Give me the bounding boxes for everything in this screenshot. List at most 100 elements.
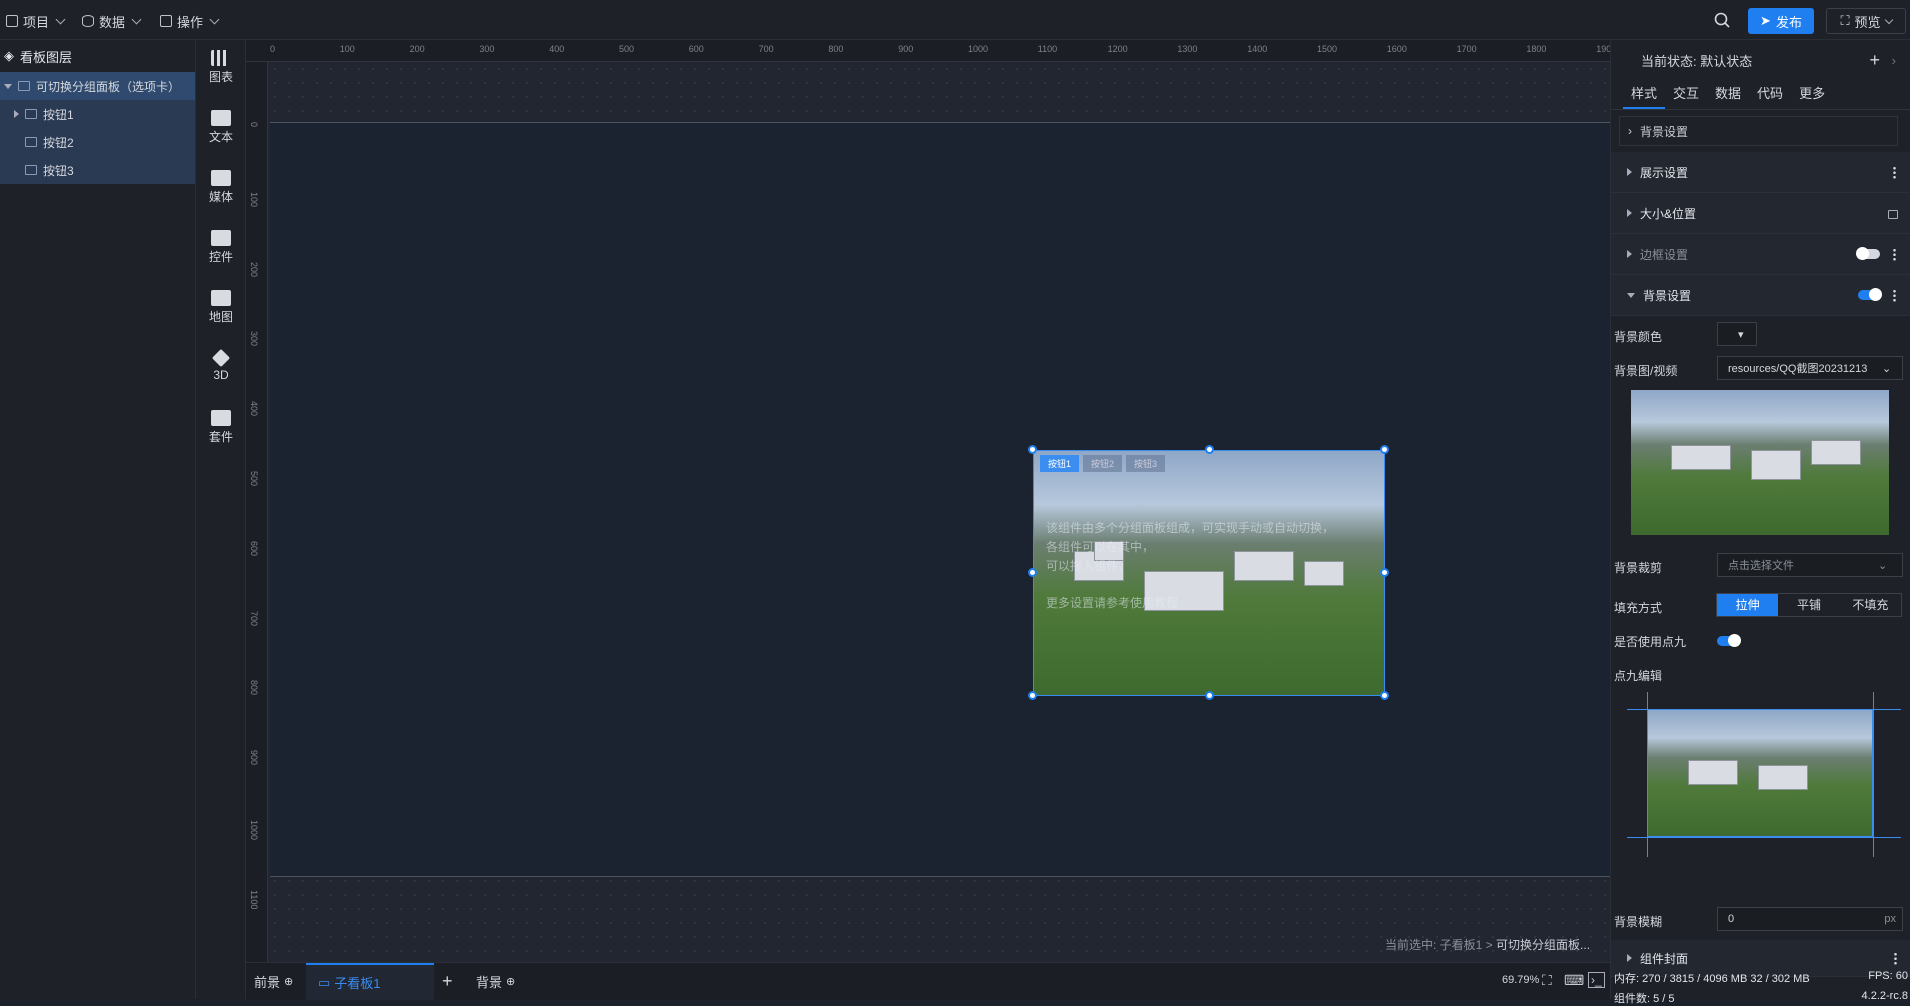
bg-image-select[interactable]: resources/QQ截图20231213 ⌄ bbox=[1717, 356, 1903, 380]
chevron-down-icon bbox=[131, 14, 142, 24]
group-icon bbox=[25, 165, 37, 175]
tool-map[interactable]: 地图 bbox=[196, 290, 246, 325]
background-settings-body: 背景颜色 ▾ 背景图/视频 resources/QQ截图20231213 ⌄ 背景… bbox=[1611, 316, 1910, 956]
layer-item-button3[interactable]: 按钮3 bbox=[0, 156, 195, 184]
zoom-level[interactable]: 69.79% bbox=[1502, 974, 1539, 986]
top-bar: 项目 数据 操作 ➤ 发布 ⛶ 预览 bbox=[0, 0, 1910, 40]
chevron-down-icon bbox=[1884, 15, 1893, 24]
tab-background[interactable]: 背景 ⊕ bbox=[476, 963, 536, 1000]
caret-down-icon bbox=[1627, 292, 1635, 298]
fit-screen-icon[interactable]: ⛶ bbox=[1542, 972, 1552, 989]
resize-handle-nw[interactable] bbox=[1028, 445, 1037, 454]
add-board-button[interactable]: + bbox=[442, 963, 462, 1000]
background-toggle[interactable] bbox=[1858, 288, 1882, 301]
resize-handle-sw[interactable] bbox=[1028, 691, 1037, 700]
ruler-tick-label: 700 bbox=[758, 44, 774, 54]
fill-tile-option[interactable]: 平铺 bbox=[1778, 594, 1839, 616]
layer-item-button1[interactable]: 按钮1 bbox=[0, 100, 195, 128]
section-border[interactable]: 边框设置 bbox=[1611, 234, 1910, 275]
menu-project[interactable]: 项目 bbox=[6, 10, 66, 32]
border-toggle[interactable] bbox=[1856, 247, 1880, 260]
tool-kit[interactable]: 套件 bbox=[196, 410, 246, 445]
section-size-position[interactable]: 大小&位置 bbox=[1611, 193, 1910, 234]
tool-media[interactable]: 媒体 bbox=[196, 170, 246, 205]
artboard bbox=[270, 122, 1610, 877]
preview-button[interactable]: ⛶ 预览 bbox=[1826, 8, 1906, 34]
tool-3d[interactable]: 3D bbox=[196, 348, 246, 382]
tab-interaction[interactable]: 交互 bbox=[1665, 80, 1707, 109]
resize-handle-e[interactable] bbox=[1380, 568, 1389, 577]
chevron-down-icon bbox=[55, 14, 66, 24]
resize-handle-s[interactable] bbox=[1205, 691, 1214, 700]
ruler-tick-label: 0 bbox=[270, 44, 276, 54]
bg-blur-input[interactable]: 0 px bbox=[1717, 907, 1903, 931]
add-state-button[interactable]: + bbox=[1869, 50, 1880, 71]
fill-mode-segmented: 拉伸 平铺 不填充 bbox=[1716, 593, 1902, 617]
ninepatch-editor[interactable] bbox=[1627, 692, 1901, 857]
more-icon[interactable] bbox=[1894, 951, 1897, 965]
ruler-tick-label: 1700 bbox=[1456, 44, 1477, 54]
terminal-icon[interactable]: ›_ bbox=[1588, 972, 1605, 988]
more-icon[interactable] bbox=[1893, 247, 1896, 261]
resize-handle-w[interactable] bbox=[1028, 568, 1037, 577]
tool-text[interactable]: 文本 bbox=[196, 110, 246, 145]
more-icon[interactable] bbox=[1893, 288, 1896, 302]
bg-crop-select[interactable]: 点击选择文件 ⌄ bbox=[1717, 553, 1903, 577]
text-icon bbox=[211, 110, 231, 126]
chart-icon bbox=[211, 50, 231, 66]
layer-item-root[interactable]: 可切换分组面板（选项卡） bbox=[0, 72, 195, 100]
bg-color-picker[interactable]: ▾ bbox=[1717, 322, 1757, 346]
map-icon bbox=[211, 290, 231, 306]
ruler-tick-label: 600 bbox=[249, 540, 259, 556]
ruler-tick-label: 100 bbox=[249, 191, 259, 207]
tab-style[interactable]: 样式 bbox=[1623, 80, 1666, 109]
more-icon[interactable] bbox=[1893, 165, 1896, 179]
menu-data[interactable]: 数据 bbox=[82, 10, 142, 32]
section-background[interactable]: 背景设置 bbox=[1611, 275, 1910, 316]
chevron-right-icon[interactable]: › bbox=[1892, 53, 1896, 68]
selection-info: 当前选中: 子看板1 > 可切换分组面板... bbox=[1385, 938, 1591, 952]
ruler-tick-label: 800 bbox=[828, 44, 844, 54]
keyboard-icon[interactable]: ⌨ bbox=[1564, 972, 1584, 989]
widget-tab-3[interactable]: 按钮3 bbox=[1126, 455, 1166, 472]
publish-button[interactable]: ➤ 发布 bbox=[1748, 8, 1814, 34]
pinned-item[interactable]: › 背景设置 bbox=[1619, 116, 1898, 146]
layer-item-button2[interactable]: 按钮2 bbox=[0, 128, 195, 156]
ruler-tick-label: 1500 bbox=[1317, 44, 1338, 54]
add-circle-icon[interactable]: ⊕ bbox=[284, 975, 293, 988]
add-circle-icon[interactable]: ⊕ bbox=[506, 975, 515, 988]
tab-subboard1[interactable]: ▭ 子看板1 bbox=[306, 963, 434, 1000]
ruler-tick-label: 900 bbox=[898, 44, 914, 54]
menu-operation[interactable]: 操作 bbox=[160, 10, 220, 32]
lock-icon[interactable] bbox=[1888, 210, 1898, 219]
resize-handle-n[interactable] bbox=[1205, 445, 1214, 454]
ruler-tick-label: 1900 bbox=[1596, 44, 1610, 54]
ruler-tick-label: 0 bbox=[249, 122, 259, 128]
fill-none-option[interactable]: 不填充 bbox=[1840, 594, 1901, 616]
tab-more[interactable]: 更多 bbox=[1791, 80, 1833, 109]
ruler-tick-label: 100 bbox=[339, 44, 355, 54]
tab-panel-widget[interactable]: 按钮1 按钮2 按钮3 该组件由多个分组面板组成，可实现手动或自动切换， 各组件… bbox=[1033, 450, 1385, 696]
shirt-icon bbox=[211, 410, 231, 426]
canvas[interactable]: 按钮1 按钮2 按钮3 该组件由多个分组面板组成，可实现手动或自动切换， 各组件… bbox=[268, 62, 1610, 962]
caret-right-icon bbox=[14, 110, 19, 118]
fill-stretch-option[interactable]: 拉伸 bbox=[1717, 594, 1779, 616]
section-display[interactable]: 展示设置 bbox=[1611, 152, 1910, 193]
state-row: 当前状态: 默认状态 + › bbox=[1641, 49, 1896, 71]
resize-handle-ne[interactable] bbox=[1380, 445, 1389, 454]
search-icon[interactable] bbox=[1714, 12, 1730, 28]
tab-foreground[interactable]: 前景 ⊕ bbox=[254, 963, 304, 1000]
widget-tab-1[interactable]: 按钮1 bbox=[1040, 455, 1080, 472]
ruler-tick-label: 600 bbox=[688, 44, 704, 54]
ruler-tick-label: 700 bbox=[249, 610, 259, 626]
component-toolbar: 图表 文本 媒体 控件 地图 3D 套件 bbox=[196, 40, 246, 999]
group-icon bbox=[18, 81, 30, 91]
tool-control[interactable]: 控件 bbox=[196, 230, 246, 265]
widget-overlay-text: 该组件由多个分组面板组成，可实现手动或自动切换， 各组件可以在其中， 可以拖入组… bbox=[1046, 521, 1335, 610]
tool-chart[interactable]: 图表 bbox=[196, 50, 246, 85]
resize-handle-se[interactable] bbox=[1380, 691, 1389, 700]
tab-code[interactable]: 代码 bbox=[1749, 80, 1791, 109]
ninepatch-toggle[interactable] bbox=[1717, 634, 1741, 647]
tab-data[interactable]: 数据 bbox=[1707, 80, 1749, 109]
widget-tab-2[interactable]: 按钮2 bbox=[1083, 455, 1123, 472]
